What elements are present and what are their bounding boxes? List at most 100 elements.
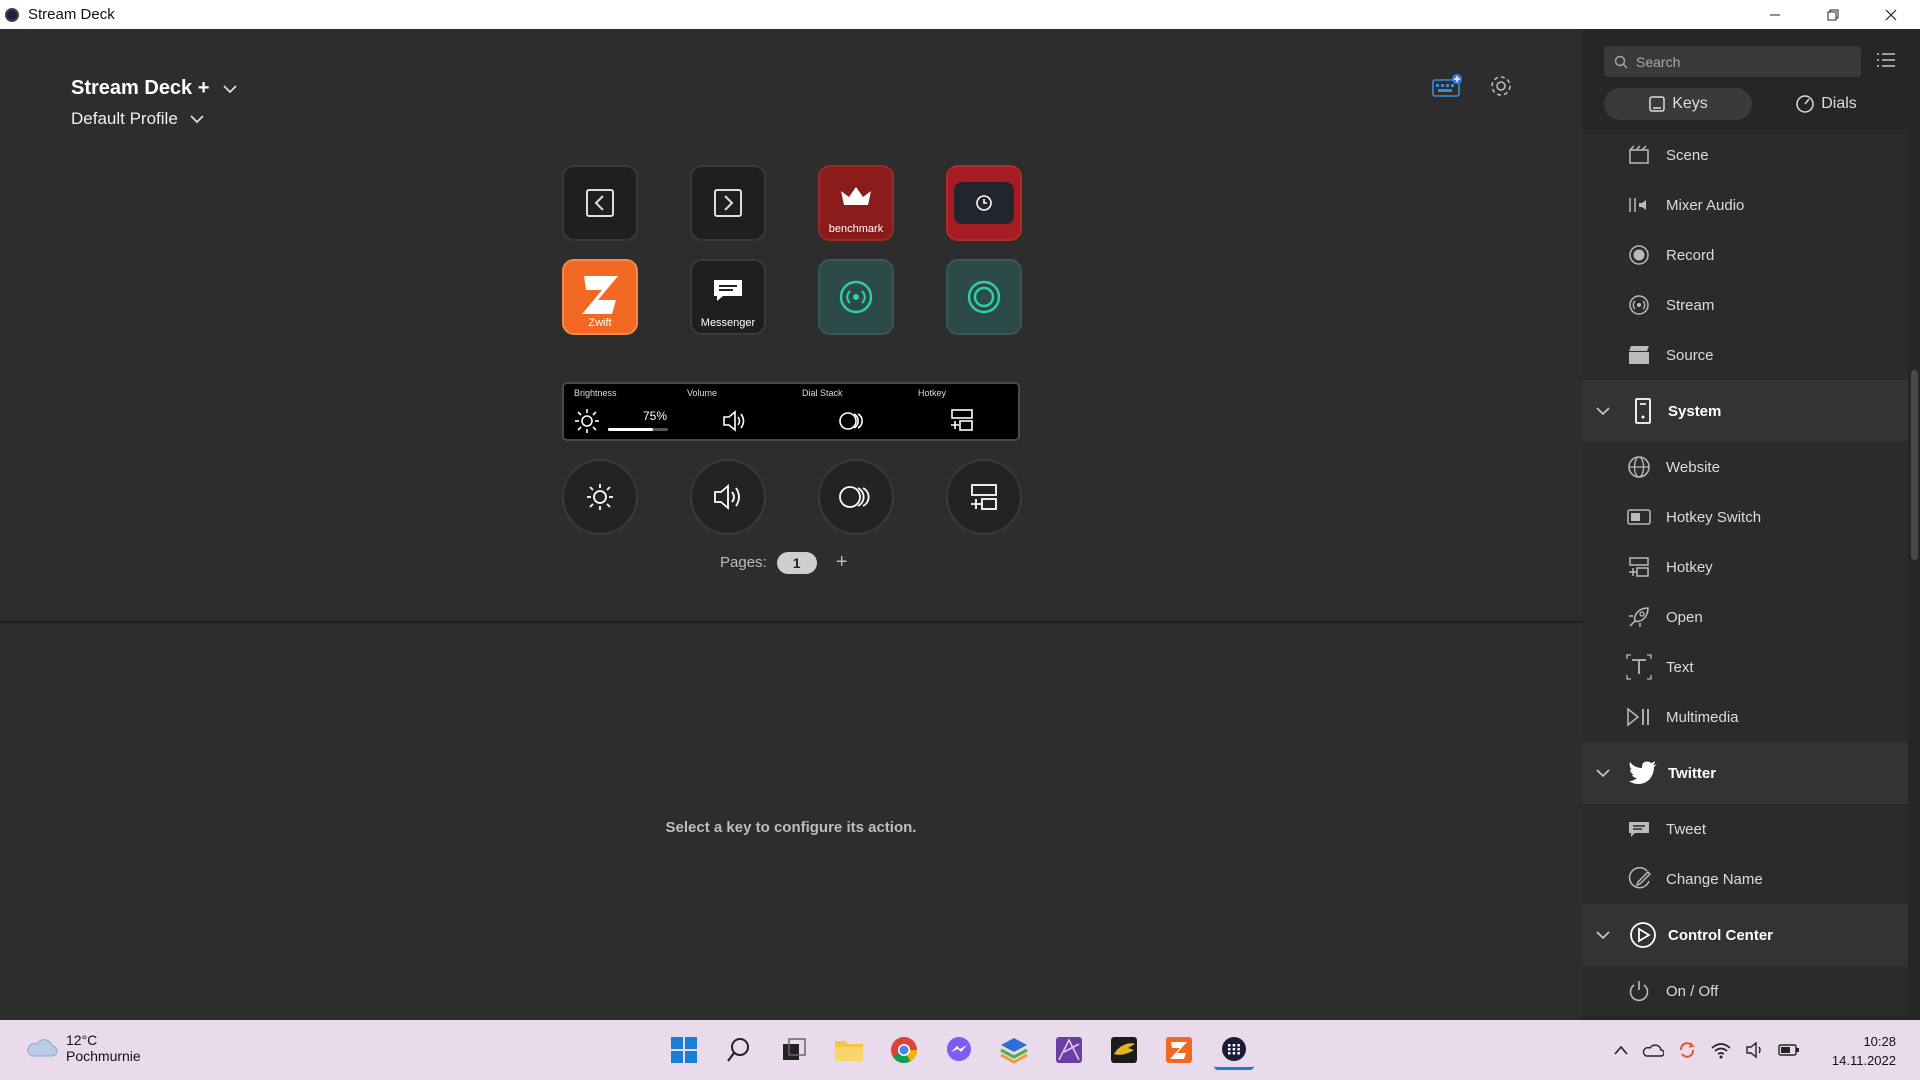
tab-dials[interactable]: Dials — [1752, 88, 1900, 120]
close-button[interactable] — [1862, 0, 1920, 29]
key-benchmark[interactable]: benchmark — [818, 165, 894, 241]
record-icon — [967, 280, 1001, 314]
action-scene[interactable]: Scene — [1582, 130, 1908, 180]
play-pause-icon — [1627, 707, 1649, 727]
messenger-button[interactable] — [939, 1030, 979, 1070]
hotkey-icon — [951, 409, 973, 431]
file-explorer-button[interactable] — [829, 1030, 869, 1070]
divider — [0, 621, 1582, 623]
profile-selector[interactable]: Default Profile — [71, 109, 204, 129]
sun-icon — [587, 484, 613, 510]
dial-volume[interactable] — [690, 459, 766, 535]
action-open[interactable]: Open — [1582, 592, 1908, 642]
dial-icon — [1796, 95, 1814, 113]
top-toolbar — [1432, 73, 1514, 99]
sync-icon[interactable] — [1677, 1040, 1697, 1060]
action-label: On / Off — [1666, 982, 1719, 1000]
start-button[interactable] — [664, 1030, 704, 1070]
key-back[interactable] — [562, 165, 638, 241]
key-record[interactable] — [946, 259, 1022, 335]
zwift-button[interactable] — [1159, 1030, 1199, 1070]
crown-icon — [841, 187, 871, 205]
store-keyboard-icon[interactable] — [1432, 73, 1464, 99]
action-label: Tweet — [1666, 820, 1707, 838]
battery-icon[interactable] — [1778, 1043, 1800, 1057]
minimize-button[interactable] — [1746, 0, 1804, 29]
dial-hotkey[interactable] — [946, 459, 1022, 535]
action-record[interactable]: Record — [1582, 230, 1908, 280]
wifi-icon[interactable] — [1710, 1041, 1732, 1059]
clapperboard-icon — [1629, 346, 1649, 364]
control-center-icon — [1630, 922, 1656, 948]
folder-icon — [835, 1041, 863, 1061]
layers-app-button[interactable] — [994, 1030, 1034, 1070]
action-mixer-audio[interactable]: Mixer Audio — [1582, 180, 1908, 230]
scrollbar-thumb[interactable] — [1911, 370, 1918, 560]
key-zwift[interactable]: Zwift — [562, 259, 638, 335]
clock[interactable]: 10:28 14.11.2022 — [1832, 1032, 1896, 1070]
dial-brightness[interactable] — [562, 459, 638, 535]
tab-keys-label: Keys — [1672, 95, 1708, 112]
scene-icon — [1629, 145, 1649, 164]
device-selector[interactable]: Stream Deck + — [71, 77, 238, 100]
action-text[interactable]: Text — [1582, 642, 1908, 692]
sidebar-tabs: Keys Dials — [1604, 88, 1900, 120]
config-hint: Select a key to configure its action. — [665, 819, 917, 836]
action-stream[interactable]: Stream — [1582, 280, 1908, 330]
taskbar-search-button[interactable] — [719, 1030, 759, 1070]
chevron-up-icon[interactable] — [1613, 1044, 1629, 1056]
tab-keys[interactable]: Keys — [1604, 88, 1752, 120]
chevron-down-icon — [223, 84, 238, 93]
key-messenger[interactable]: Messenger — [690, 259, 766, 335]
messenger-icon — [947, 1037, 971, 1061]
affinity-icon — [1056, 1037, 1082, 1063]
search-input[interactable]: Search — [1604, 46, 1861, 77]
weather-widget[interactable]: 12°C Pochmurnie — [24, 1032, 141, 1064]
restore-button[interactable] — [1804, 0, 1862, 29]
sun-icon — [575, 409, 599, 433]
sidebar-scrollbar[interactable] — [1908, 130, 1920, 1020]
action-change-name[interactable]: Change Name — [1582, 854, 1908, 904]
list-view-icon[interactable] — [1876, 51, 1896, 69]
category-system[interactable]: System — [1582, 380, 1908, 442]
stream-deck-icon — [1222, 1036, 1246, 1061]
category-twitter[interactable]: Twitter — [1582, 742, 1908, 804]
window-controls — [1746, 0, 1920, 29]
key-stream[interactable] — [818, 259, 894, 335]
action-hotkey-switch[interactable]: Hotkey Switch — [1582, 492, 1908, 542]
category-control-center[interactable]: Control Center — [1582, 904, 1908, 966]
speaker-icon — [723, 410, 745, 432]
onedrive-icon[interactable] — [1642, 1042, 1664, 1058]
dial-stack[interactable] — [818, 459, 894, 535]
date: 14.11.2022 — [1831, 1053, 1896, 1068]
key-elgato[interactable] — [946, 165, 1022, 241]
hotkey-label: Hotkey — [918, 388, 947, 398]
add-page-button[interactable]: + — [827, 551, 857, 574]
page-1-button[interactable]: 1 — [776, 551, 817, 574]
action-source[interactable]: Source — [1582, 330, 1908, 380]
hawk-icon — [1111, 1037, 1137, 1063]
zwift-icon — [582, 276, 618, 314]
action-multimedia[interactable]: Multimedia — [1582, 692, 1908, 742]
action-on-off[interactable]: On / Off — [1582, 966, 1908, 1016]
gear-icon[interactable] — [1488, 73, 1514, 99]
action-tweet[interactable]: Tweet — [1582, 804, 1908, 854]
action-label: Hotkey — [1666, 558, 1713, 576]
tab-dials-label: Dials — [1821, 95, 1857, 112]
task-view-button[interactable] — [774, 1030, 814, 1070]
elgato-icon — [976, 195, 992, 211]
globe-icon — [1628, 456, 1650, 478]
main-area: Stream Deck + Default Profile benchmark … — [0, 29, 1582, 1020]
stream-deck-taskbar-button[interactable] — [1214, 1030, 1254, 1070]
action-label: Change Name — [1666, 870, 1763, 888]
hotkey-icon — [1629, 557, 1649, 577]
touch-strip[interactable]: Brightness 75% Volume Dial Stack Hotkey — [562, 382, 1020, 441]
action-hotkey[interactable]: Hotkey — [1582, 542, 1908, 592]
action-label: Record — [1666, 246, 1715, 264]
chrome-button[interactable] — [884, 1030, 924, 1070]
key-forward[interactable] — [690, 165, 766, 241]
hawk-app-button[interactable] — [1104, 1030, 1144, 1070]
volume-icon[interactable] — [1745, 1041, 1765, 1059]
affinity-button[interactable] — [1049, 1030, 1089, 1070]
action-website[interactable]: Website — [1582, 442, 1908, 492]
